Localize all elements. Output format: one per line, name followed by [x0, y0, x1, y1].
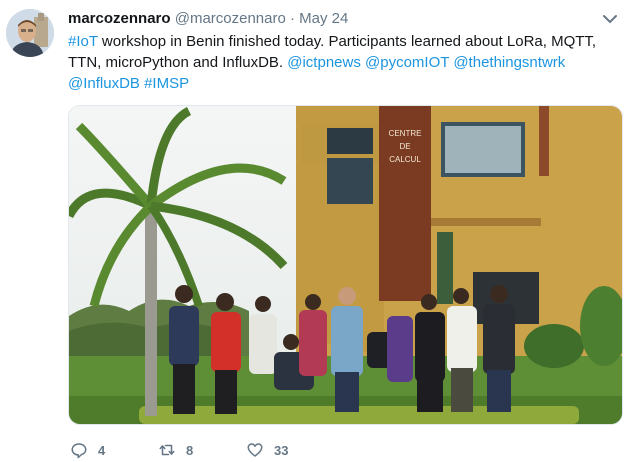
building-sign-line-1: CENTRE [389, 129, 422, 138]
building-sign-line-3: CALCUL [389, 155, 421, 164]
tweet-photo[interactable]: CENTRE DE CALCUL [68, 105, 623, 425]
reply-count: 4 [98, 442, 106, 458]
mention-link[interactable]: @InfluxDB [68, 75, 140, 92]
reply-icon [71, 443, 87, 459]
retweet-count: 8 [186, 442, 194, 458]
group-photo: CENTRE DE CALCUL [69, 106, 622, 424]
hashtag-link[interactable]: #IMSP [144, 75, 189, 92]
mention-link[interactable]: @ictpnews [287, 54, 361, 71]
tweet-text: #IoT workshop in Benin finished today. P… [68, 31, 623, 94]
mention-link[interactable]: @thethingsntwrk [453, 54, 565, 71]
reply-button[interactable]: 4 [70, 440, 105, 460]
caret-down-icon[interactable] [602, 12, 618, 24]
tweet: marcozennaro @marcozennaro · May 24 #IoT… [0, 0, 630, 461]
separator: · [290, 10, 295, 27]
retweet-button[interactable]: 8 [158, 440, 193, 460]
avatar-image [6, 9, 54, 57]
like-icon [247, 443, 263, 457]
avatar[interactable] [6, 9, 54, 57]
hashtag-link[interactable]: #IoT [68, 33, 98, 50]
retweet-icon [159, 444, 175, 456]
like-count: 33 [274, 442, 289, 458]
tweet-date[interactable]: May 24 [299, 10, 348, 27]
building-sign-line-2: DE [399, 142, 410, 151]
tweet-header: marcozennaro @marcozennaro · May 24 [68, 9, 348, 29]
like-button[interactable]: 33 [246, 440, 288, 460]
display-name[interactable]: marcozennaro [68, 10, 171, 27]
mention-link[interactable]: @pycomIOT [365, 54, 449, 71]
user-handle[interactable]: @marcozennaro [175, 10, 286, 27]
